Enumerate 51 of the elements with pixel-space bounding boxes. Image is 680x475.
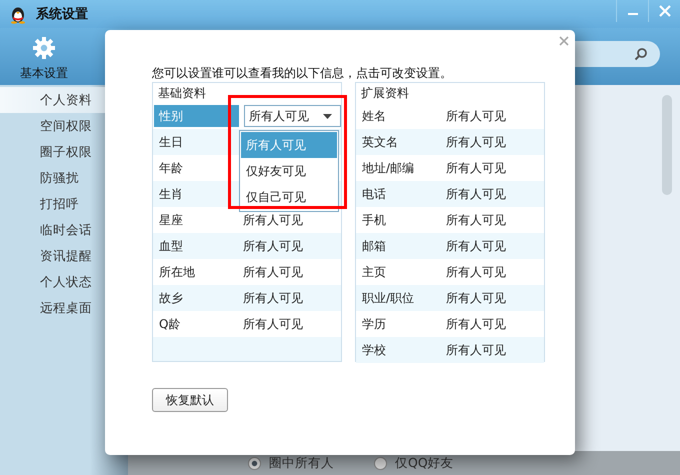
- visibility-value[interactable]: 所有人可见: [446, 238, 506, 254]
- field-label: 邮箱: [361, 238, 387, 255]
- radio-option[interactable]: 圈中所有人: [248, 454, 334, 472]
- field-label[interactable]: 生日: [154, 131, 239, 153]
- close-icon: [658, 4, 672, 18]
- basic-settings-tab[interactable]: 基本设置: [0, 28, 82, 82]
- visibility-value[interactable]: 所有人可见: [446, 212, 506, 228]
- table-heading: 基础资料: [153, 83, 341, 103]
- field-label: 主页: [361, 264, 387, 281]
- visibility-value[interactable]: 所有人可见: [446, 186, 506, 202]
- field-label[interactable]: Q龄: [154, 313, 239, 335]
- minimize-icon: [628, 13, 638, 15]
- visibility-value[interactable]: 所有人可见: [446, 160, 506, 176]
- field-label: 英文名: [361, 134, 399, 151]
- visibility-dropdown[interactable]: 所有人可见: [244, 105, 341, 127]
- visibility-value[interactable]: 所有人可见: [446, 316, 506, 332]
- field-label[interactable]: 年龄: [154, 157, 239, 179]
- radio-option[interactable]: 仅QQ好友: [374, 454, 454, 472]
- field-label: 手机: [361, 212, 387, 229]
- visibility-value[interactable]: 所有人可见: [446, 342, 506, 358]
- field-label[interactable]: 所在地: [154, 261, 239, 283]
- caret-icon: [323, 114, 332, 118]
- field-label: 学校: [361, 342, 387, 359]
- field-label: 地址/邮编: [361, 160, 416, 177]
- field-label: 职业/职位: [361, 290, 416, 307]
- close-button[interactable]: [557, 34, 571, 48]
- gear-icon: [32, 36, 56, 60]
- field-label[interactable]: 故乡: [154, 287, 239, 309]
- visibility-value[interactable]: 所有人可见: [446, 134, 506, 150]
- search-icon: [634, 47, 648, 61]
- table-heading: 扩展资料: [356, 83, 544, 103]
- visibility-value[interactable]: 所有人可见: [243, 212, 303, 228]
- dropdown-option[interactable]: 仅自己可见: [241, 184, 337, 210]
- field-label[interactable]: 生肖: [154, 183, 239, 205]
- reset-button[interactable]: 恢复默认: [152, 388, 228, 412]
- scrollbar[interactable]: [662, 95, 672, 195]
- visibility-value[interactable]: 所有人可见: [243, 264, 303, 280]
- visibility-value[interactable]: 所有人可见: [446, 290, 506, 306]
- dropdown-option[interactable]: 仅好友可见: [241, 158, 337, 184]
- visibility-value[interactable]: 所有人可见: [446, 264, 506, 280]
- field-label: 学历: [361, 316, 387, 333]
- visibility-value[interactable]: 所有人可见: [243, 290, 303, 306]
- visibility-value[interactable]: 所有人可见: [243, 238, 303, 254]
- visibility-value[interactable]: 所有人可见: [243, 316, 303, 332]
- field-label[interactable]: 血型: [154, 235, 239, 257]
- field-label: 姓名: [361, 108, 387, 125]
- field-label: 电话: [361, 186, 387, 203]
- instruction-text: 您可以设置谁可以查看我的以下信息，点击可改变设置。: [152, 65, 453, 82]
- field-label[interactable]: 星座: [154, 209, 239, 231]
- window-title: 系统设置: [36, 6, 88, 23]
- visibility-value[interactable]: 所有人可见: [446, 108, 506, 124]
